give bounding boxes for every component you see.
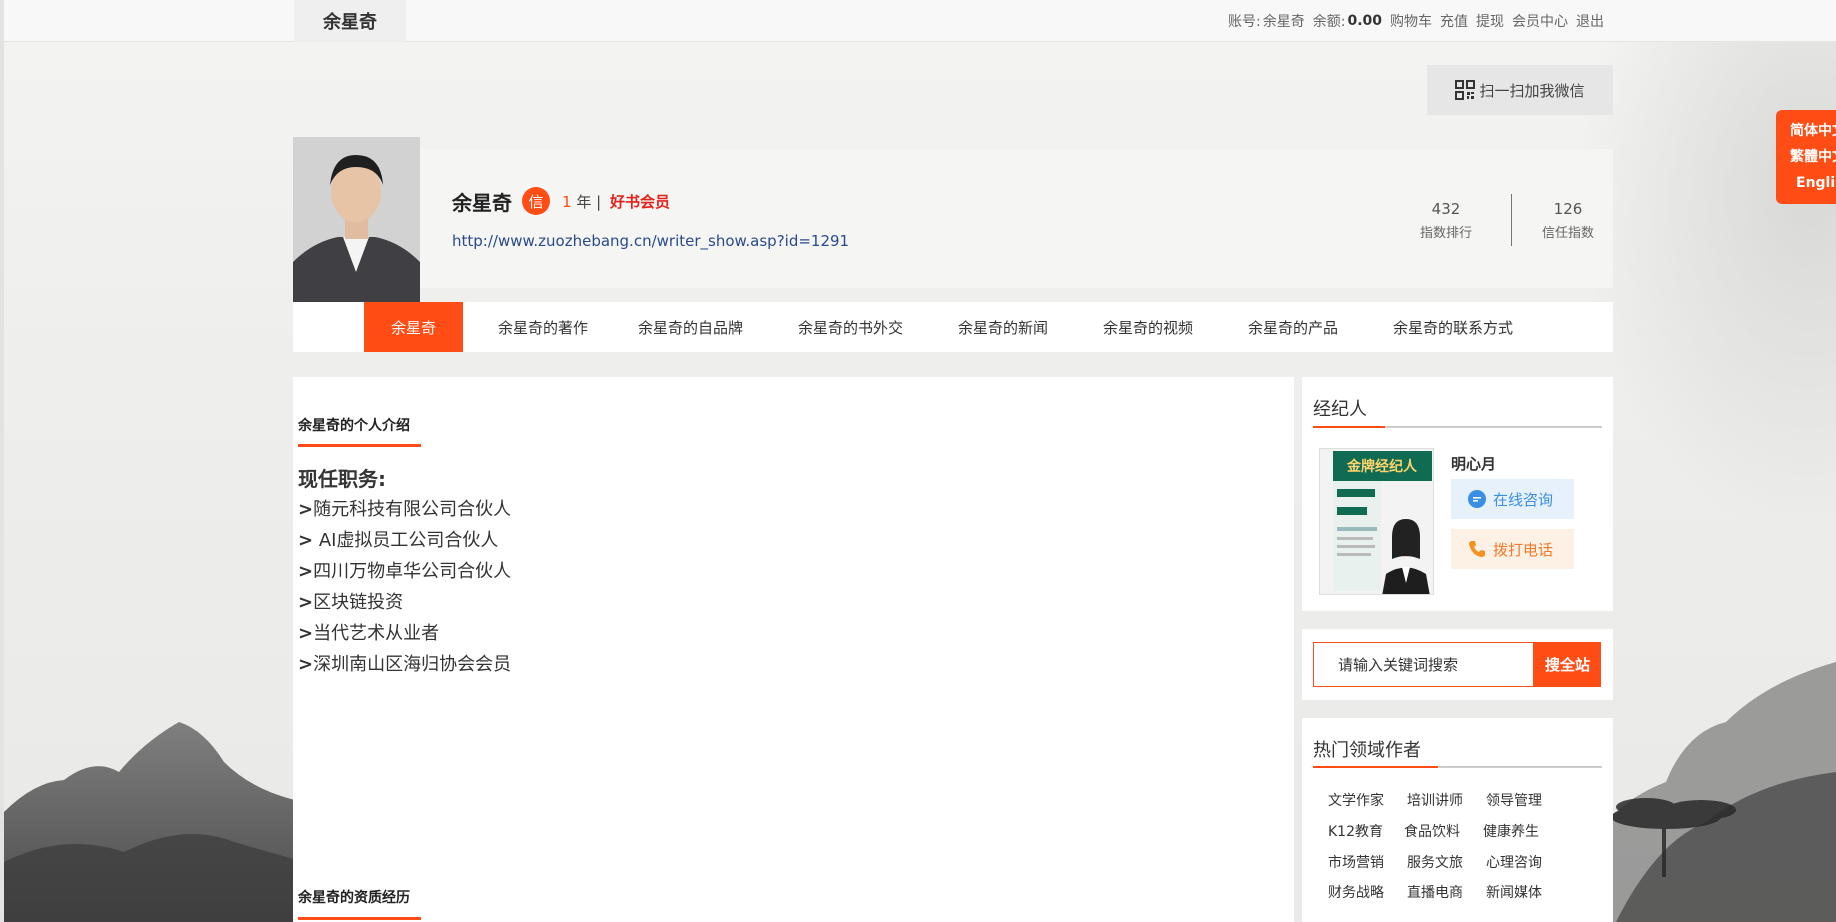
stat-trust: 126 信任指数 bbox=[1528, 200, 1608, 241]
membership-years: 1 年 | bbox=[562, 191, 601, 212]
hot-tag[interactable]: 市场营销 bbox=[1328, 852, 1384, 872]
stat-rank-value: 432 bbox=[1431, 200, 1461, 218]
site-search-input[interactable] bbox=[1313, 642, 1534, 687]
account-bar: 账号: 余星奇 余额: 0.00 购物车 充值 提现 会员中心 退出 bbox=[1220, 0, 1604, 42]
agent-title-accent bbox=[1313, 426, 1385, 428]
nav-products[interactable]: 余星奇的产品 bbox=[1233, 302, 1353, 352]
years-number: 1 bbox=[562, 193, 572, 211]
hot-tag[interactable]: 新闻媒体 bbox=[1486, 882, 1542, 902]
agent-name: 明心月 bbox=[1451, 455, 1497, 473]
lang-english[interactable]: English bbox=[1776, 172, 1836, 198]
position-item: >四川万物卓华公司合伙人 bbox=[298, 561, 512, 582]
mountain-decoration-right bbox=[1596, 662, 1836, 922]
consult-label: 在线咨询 bbox=[1493, 490, 1554, 509]
author-name: 余星奇 bbox=[452, 191, 512, 215]
logout-link[interactable]: 退出 bbox=[1576, 11, 1604, 31]
nav-works[interactable]: 余星奇的著作 bbox=[483, 302, 603, 352]
agent-poster-title: 金牌经纪人 bbox=[1346, 458, 1418, 475]
years-unit: 年 | bbox=[571, 193, 602, 211]
hot-tag[interactable]: 食品饮料 bbox=[1404, 821, 1460, 841]
nav-brand[interactable]: 余星奇的自品牌 bbox=[623, 302, 758, 352]
chat-bubble-icon bbox=[1468, 490, 1486, 508]
agent-title: 经纪人 bbox=[1313, 399, 1367, 420]
profile-url-link[interactable]: http://www.zuozhebang.cn/writer_show.asp… bbox=[452, 232, 849, 250]
hot-tag[interactable]: 直播电商 bbox=[1407, 882, 1463, 902]
current-positions-heading: 现任职务: bbox=[298, 467, 386, 491]
stat-divider bbox=[1511, 194, 1512, 246]
hot-tag[interactable]: 心理咨询 bbox=[1486, 852, 1542, 872]
positions-list: >随元科技有限公司合伙人 > AI虚拟员工公司合伙人 >四川万物卓华公司合伙人 … bbox=[298, 494, 511, 680]
hot-tag[interactable]: 培训讲师 bbox=[1407, 790, 1463, 810]
position-item: >当代艺术从业者 bbox=[298, 623, 440, 644]
stat-trust-value: 126 bbox=[1553, 200, 1583, 218]
intro-section-title: 余星奇的个人介绍 bbox=[298, 418, 410, 434]
wechat-qr-button[interactable]: 扫一扫加我微信 bbox=[1427, 65, 1613, 115]
qr-code-icon bbox=[1455, 80, 1476, 100]
nav-news[interactable]: 余星奇的新闻 bbox=[943, 302, 1063, 352]
mountain-decoration-left bbox=[4, 722, 304, 922]
lang-simplified[interactable]: 简体中文 bbox=[1776, 120, 1836, 146]
stat-rank-label: 指数排行 bbox=[1419, 226, 1472, 241]
language-switcher: 简体中文 繁體中文 English bbox=[1776, 110, 1836, 204]
hot-tag[interactable]: K12教育 bbox=[1328, 821, 1383, 841]
wechat-label: 扫一扫加我微信 bbox=[1479, 81, 1585, 100]
account-label: 账号: bbox=[1228, 14, 1261, 30]
position-item: >随元科技有限公司合伙人 bbox=[298, 499, 512, 520]
profile-nav: 余星奇 余星奇的著作 余星奇的自品牌 余星奇的书外交 余星奇的新闻 余星奇的视频… bbox=[293, 302, 1613, 352]
online-consult-button[interactable]: 在线咨询 bbox=[1451, 479, 1574, 519]
hot-tag[interactable]: 服务文旅 bbox=[1407, 852, 1463, 872]
stat-trust-label: 信任指数 bbox=[1541, 226, 1594, 241]
nav-book-diplomacy[interactable]: 余星奇的书外交 bbox=[783, 302, 918, 352]
hot-tag[interactable]: 健康养生 bbox=[1483, 821, 1539, 841]
balance-value: 0.00 bbox=[1347, 13, 1382, 29]
hot-tag[interactable]: 文学作家 bbox=[1328, 790, 1384, 810]
member-center-link[interactable]: 会员中心 bbox=[1512, 11, 1568, 31]
phone-icon bbox=[1469, 541, 1485, 557]
site-search-button[interactable]: 搜全站 bbox=[1534, 642, 1601, 687]
hot-title-accent bbox=[1313, 766, 1438, 768]
lang-traditional[interactable]: 繁體中文 bbox=[1776, 146, 1836, 172]
call-phone-button[interactable]: 拨打电话 bbox=[1451, 529, 1574, 569]
position-item: > AI虚拟员工公司合伙人 bbox=[298, 530, 499, 551]
nav-contact[interactable]: 余星奇的联系方式 bbox=[1378, 302, 1528, 352]
recharge-link[interactable]: 充值 bbox=[1440, 11, 1468, 31]
intro-title-underline bbox=[298, 444, 421, 447]
call-label: 拨打电话 bbox=[1493, 540, 1554, 559]
balance-label: 余额: bbox=[1312, 14, 1346, 30]
position-item: >区块链投资 bbox=[298, 592, 404, 613]
withdraw-link[interactable]: 提现 bbox=[1476, 11, 1504, 31]
position-item: >深圳南山区海归协会会员 bbox=[298, 654, 512, 675]
hot-tag[interactable]: 财务战略 bbox=[1328, 882, 1384, 902]
nav-videos[interactable]: 余星奇的视频 bbox=[1088, 302, 1208, 352]
hot-tag[interactable]: 领导管理 bbox=[1486, 790, 1542, 810]
nav-home[interactable]: 余星奇 bbox=[364, 302, 463, 352]
author-avatar bbox=[293, 137, 420, 302]
credentials-title-underline bbox=[298, 917, 421, 920]
agent-poster-image[interactable]: 金牌经纪人 bbox=[1319, 448, 1434, 595]
credentials-section-title: 余星奇的资质经历 bbox=[298, 890, 410, 906]
site-brand[interactable]: 余星奇 bbox=[294, 0, 406, 42]
account-name[interactable]: 余星奇 bbox=[1263, 11, 1305, 31]
member-level[interactable]: 好书会员 bbox=[610, 191, 670, 212]
hot-authors-title: 热门领域作者 bbox=[1313, 740, 1421, 761]
stat-rank: 432 指数排行 bbox=[1406, 200, 1486, 241]
top-bar: 余星奇 账号: 余星奇 余额: 0.00 购物车 充值 提现 会员中心 退出 bbox=[4, 0, 1836, 42]
cart-link[interactable]: 购物车 bbox=[1390, 11, 1432, 31]
trust-badge: 信 bbox=[522, 187, 550, 215]
